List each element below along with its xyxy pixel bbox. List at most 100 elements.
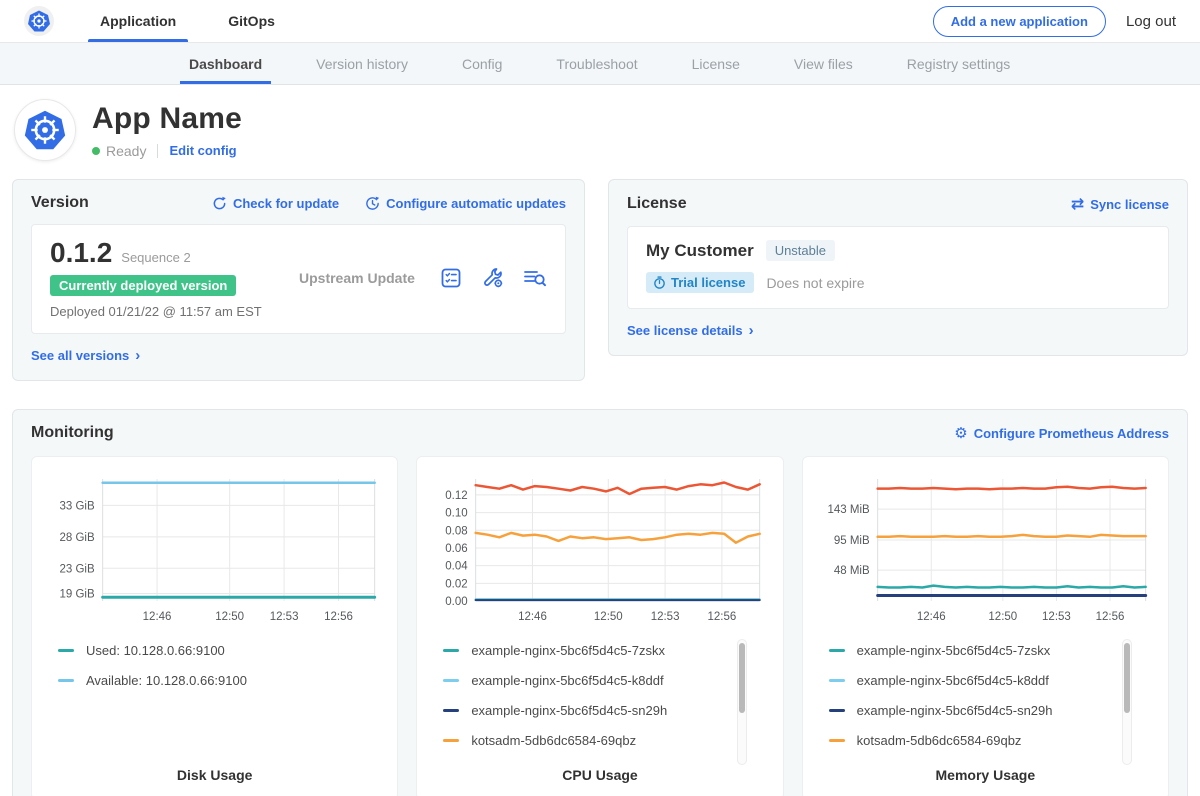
legend-label: example-nginx-5bc6f5d4c5-sn29h [471, 703, 667, 718]
app-header: App Name Ready Edit config [0, 85, 1200, 171]
version-number: 0.1.2 [50, 237, 112, 269]
legend-label: example-nginx-5bc6f5d4c5-7zskx [471, 643, 665, 658]
svg-text:0.06: 0.06 [446, 543, 468, 555]
chart-title: Memory Usage [815, 763, 1156, 789]
svg-text:12:56: 12:56 [708, 611, 737, 623]
svg-text:12:50: 12:50 [215, 611, 244, 623]
svg-text:19 GiB: 19 GiB [59, 588, 94, 600]
legend-item: example-nginx-5bc6f5d4c5-7zskx [443, 643, 770, 658]
legend-scrollbar[interactable] [737, 639, 747, 765]
app-icon [14, 99, 76, 161]
svg-text:33 GiB: 33 GiB [59, 500, 94, 512]
legend-swatch [829, 709, 845, 712]
check-for-update-link[interactable]: Check for update [212, 196, 339, 211]
sub-tab-troubleshoot[interactable]: Troubleshoot [529, 43, 664, 84]
legend-swatch [829, 739, 845, 742]
svg-text:12:50: 12:50 [988, 611, 1017, 623]
svg-text:0.12: 0.12 [446, 490, 468, 502]
svg-text:95 MiB: 95 MiB [834, 535, 870, 547]
see-all-versions-link[interactable]: See all versions › [31, 348, 140, 363]
sub-tab-version-history[interactable]: Version history [289, 43, 435, 84]
kubernetes-logo-icon [24, 6, 54, 36]
license-summary-row: My Customer Unstable Trial license Does … [627, 226, 1169, 309]
license-expiry: Does not expire [766, 275, 864, 291]
config-wrench-icon[interactable] [480, 266, 505, 291]
divider [157, 144, 158, 158]
legend-swatch [443, 709, 459, 712]
sub-tab-license[interactable]: License [665, 43, 767, 84]
version-card: Version Check for update Configure au [12, 179, 585, 381]
sub-tab-dashboard[interactable]: Dashboard [162, 43, 289, 84]
svg-text:12:53: 12:53 [1042, 611, 1071, 623]
svg-text:12:53: 12:53 [270, 611, 299, 623]
status-text: Ready [106, 143, 146, 159]
chart-legend: example-nginx-5bc6f5d4c5-7zskx example-ng… [429, 643, 770, 763]
legend-label: Used: 10.128.0.66:9100 [86, 643, 225, 658]
top-nav-tabs: Application GitOps [96, 0, 279, 42]
top-tab-gitops[interactable]: GitOps [224, 0, 279, 42]
legend-label: kotsadm-5db6dc6584-69qbz [471, 733, 636, 748]
svg-text:0.02: 0.02 [446, 578, 468, 590]
chart-plot: 0.120.100.080.060.040.020.0012:4612:5012… [429, 469, 770, 627]
legend-swatch [58, 679, 74, 682]
monitoring-panel: Monitoring ⚙ Configure Prometheus Addres… [12, 409, 1188, 796]
chart-plot: 143 MiB95 MiB48 MiB12:4612:5012:5312:56 [815, 469, 1156, 627]
svg-text:143 MiB: 143 MiB [827, 504, 870, 516]
legend-label: Available: 10.128.0.66:9100 [86, 673, 247, 688]
channel-badge: Unstable [766, 240, 835, 261]
see-license-details-link[interactable]: See license details › [627, 323, 754, 338]
legend-swatch [58, 649, 74, 652]
add-application-button[interactable]: Add a new application [933, 6, 1106, 37]
charts-row: 33 GiB 28 GiB 23 GiB 19 GiB 12:46 12:50 12:53 1… [31, 456, 1169, 796]
legend-item: example-nginx-5bc6f5d4c5-sn29h [829, 703, 1156, 718]
legend-label: example-nginx-5bc6f5d4c5-k8ddf [471, 673, 663, 688]
sub-tab-registry-settings[interactable]: Registry settings [880, 43, 1037, 84]
svg-text:48 MiB: 48 MiB [834, 565, 870, 577]
legend-item: example-nginx-5bc6f5d4c5-k8ddf [829, 673, 1156, 688]
chart-legend: Used: 10.128.0.66:9100 Available: 10.128.… [44, 643, 385, 763]
chart-title: CPU Usage [429, 763, 770, 789]
current-version-row: 0.1.2 Sequence 2 Currently deployed vers… [31, 224, 566, 334]
sync-license-link[interactable]: ⇄ Sync license [1071, 194, 1169, 214]
release-type-label: Upstream Update [287, 270, 438, 286]
scrollbar-thumb[interactable] [739, 643, 745, 713]
scrollbar-thumb[interactable] [1124, 643, 1130, 713]
svg-text:28 GiB: 28 GiB [59, 532, 94, 544]
svg-text:0.08: 0.08 [446, 525, 468, 537]
legend-label: example-nginx-5bc6f5d4c5-sn29h [857, 703, 1053, 718]
sub-tab-view-files[interactable]: View files [767, 43, 880, 84]
schedule-update-icon [365, 196, 380, 211]
license-card: License ⇄ Sync license My Customer Unsta… [608, 179, 1188, 356]
svg-text:12:56: 12:56 [1095, 611, 1124, 623]
chart-card-disk-usage: 33 GiB28 GiB23 GiB19 GiB12:4612:5012:531… [31, 456, 398, 796]
chart-card-memory-usage: 143 MiB95 MiB48 MiB12:4612:5012:5312:56e… [802, 456, 1169, 796]
customer-name: My Customer [646, 241, 754, 261]
legend-item: example-nginx-5bc6f5d4c5-7zskx [829, 643, 1156, 658]
configure-prometheus-link[interactable]: ⚙ Configure Prometheus Address [954, 424, 1169, 442]
chart-card-cpu-usage: 0.120.100.080.060.040.020.0012:4612:5012… [416, 456, 783, 796]
logout-button[interactable]: Log out [1126, 13, 1176, 30]
svg-text:0.10: 0.10 [446, 508, 468, 520]
svg-text:12:56: 12:56 [324, 611, 353, 623]
configure-automatic-updates-link[interactable]: Configure automatic updates [365, 196, 566, 211]
sub-tab-config[interactable]: Config [435, 43, 529, 84]
version-card-title: Version [31, 194, 89, 212]
legend-swatch [443, 679, 459, 682]
legend-item: example-nginx-5bc6f5d4c5-sn29h [443, 703, 770, 718]
chart-plot: 33 GiB28 GiB23 GiB19 GiB12:4612:5012:531… [44, 469, 385, 627]
top-tab-application[interactable]: Application [96, 0, 180, 42]
version-sequence: Sequence 2 [121, 250, 190, 265]
refresh-icon [212, 196, 227, 211]
release-notes-icon[interactable] [438, 266, 463, 291]
legend-scrollbar[interactable] [1122, 639, 1132, 765]
status-dot [92, 147, 100, 155]
view-logs-icon[interactable] [522, 266, 547, 291]
svg-text:23 GiB: 23 GiB [59, 563, 94, 575]
legend-item: Used: 10.128.0.66:9100 [58, 643, 385, 658]
deployed-timestamp: Deployed 01/21/22 @ 11:57 am EST [50, 304, 287, 319]
legend-swatch [829, 679, 845, 682]
legend-label: kotsadm-5db6dc6584-69qbz [857, 733, 1022, 748]
svg-text:12:46: 12:46 [518, 611, 547, 623]
edit-config-link[interactable]: Edit config [169, 143, 236, 158]
deployed-badge: Currently deployed version [50, 275, 236, 296]
